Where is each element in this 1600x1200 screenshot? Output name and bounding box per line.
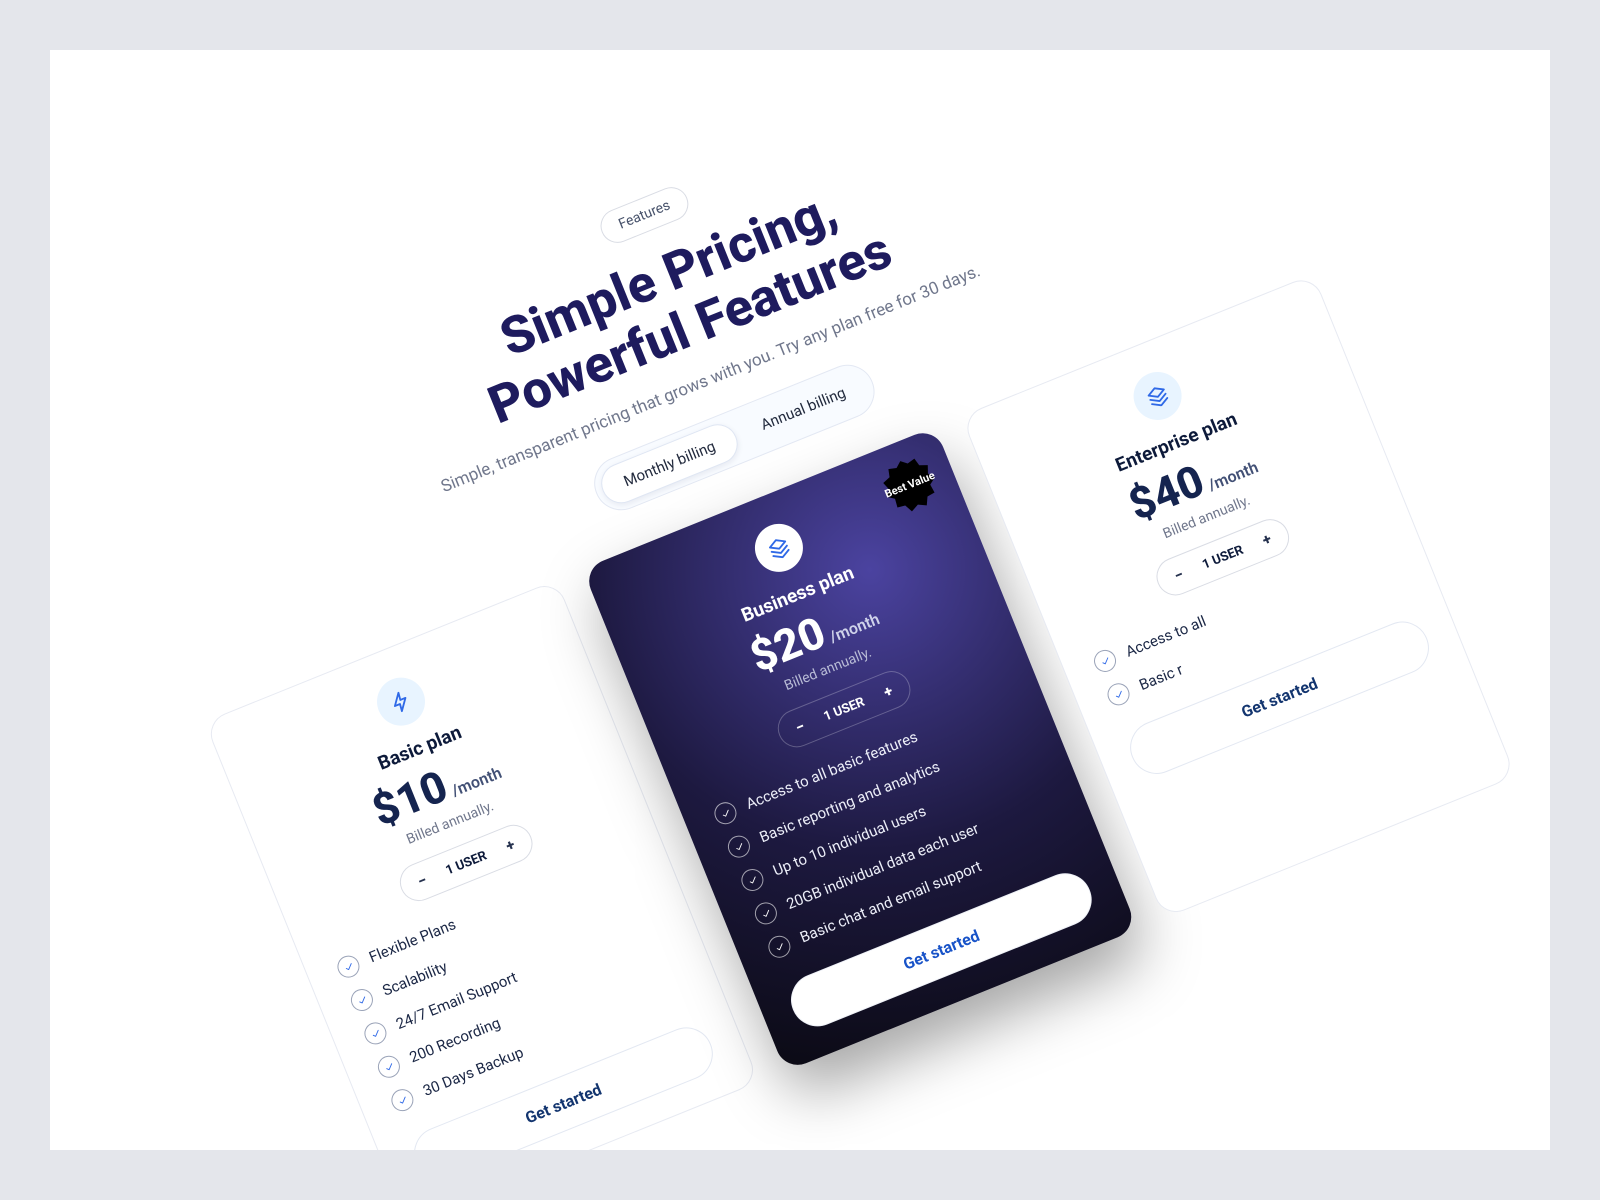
- layers-icon: [748, 517, 810, 579]
- check-icon: [1091, 647, 1120, 676]
- user-unit: 1 USER: [444, 848, 489, 878]
- check-icon: [334, 953, 363, 982]
- check-icon: [1104, 680, 1133, 709]
- check-icon: [348, 986, 377, 1015]
- check-icon: [752, 899, 781, 928]
- check-icon: [738, 866, 767, 895]
- user-unit: 1 USER: [822, 695, 867, 725]
- stepper-decrement-button[interactable]: −: [785, 712, 816, 743]
- check-icon: [765, 933, 794, 962]
- stepper-decrement-button[interactable]: −: [1163, 560, 1194, 591]
- stepper-increment-button[interactable]: +: [873, 676, 904, 707]
- best-value-badge: Best Value: [875, 450, 945, 520]
- billing-annual-tab[interactable]: Annual billing: [734, 366, 873, 453]
- check-icon: [375, 1053, 404, 1082]
- check-icon: [725, 833, 754, 862]
- feature-label: Basic r: [1137, 661, 1186, 695]
- user-unit: 1 USER: [1200, 543, 1245, 573]
- check-icon: [388, 1086, 417, 1115]
- layers-icon: [1127, 365, 1189, 427]
- stepper-increment-button[interactable]: +: [495, 830, 526, 861]
- scene: Features Simple Pricing, Powerful Featur…: [50, 50, 1550, 1150]
- stepper-decrement-button[interactable]: −: [407, 866, 438, 897]
- pricing-canvas: Features Simple Pricing, Powerful Featur…: [50, 50, 1550, 1150]
- billing-monthly-tab[interactable]: Monthly billing: [596, 419, 744, 510]
- check-icon: [711, 799, 740, 828]
- stepper-increment-button[interactable]: +: [1251, 524, 1282, 555]
- feature-label: Scalability: [380, 958, 450, 1000]
- badge-text: Best Value: [875, 450, 945, 520]
- check-icon: [361, 1019, 390, 1048]
- bolt-icon: [370, 671, 432, 733]
